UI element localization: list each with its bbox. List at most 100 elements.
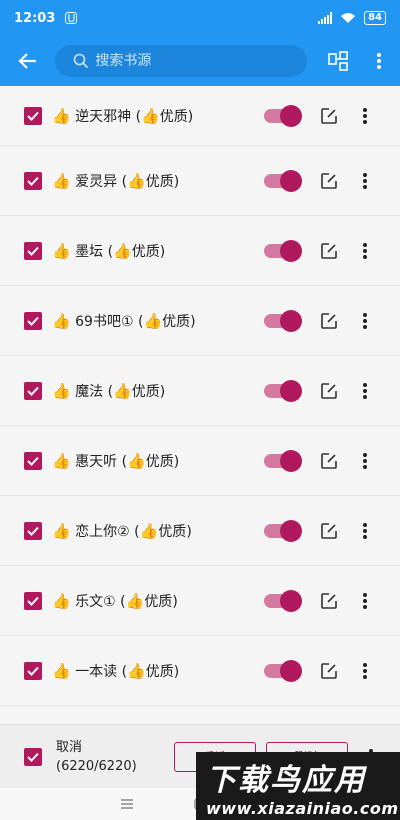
more-vert-icon <box>363 312 367 329</box>
source-more-button[interactable] <box>352 518 378 544</box>
more-menu-button[interactable] <box>358 36 400 86</box>
thumbs-up-icon: 👍 <box>127 661 146 680</box>
source-name: 乐文① <box>75 593 116 610</box>
source-name: 爱灵异 <box>75 173 118 190</box>
status-bar: 12:03 U 84 <box>0 0 400 36</box>
edit-source-button[interactable] <box>316 308 342 334</box>
source-checkbox[interactable] <box>24 171 42 190</box>
source-row[interactable]: 👍 墨坛 (👍优质) <box>0 216 400 286</box>
source-row[interactable]: 👍 69书吧① (👍优质) <box>0 286 400 356</box>
source-row[interactable]: 👍 惠天听 (👍优质) <box>0 426 400 496</box>
more-vert-icon <box>363 382 367 399</box>
search-input[interactable] <box>95 53 296 69</box>
thumbs-up-icon: 👍 <box>125 591 145 610</box>
thumbs-up-icon: 👍 <box>52 661 71 680</box>
source-more-button[interactable] <box>352 658 378 684</box>
source-checkbox[interactable] <box>24 106 42 125</box>
source-checkbox[interactable] <box>24 591 42 610</box>
thumbs-up-icon: 👍 <box>127 451 146 470</box>
source-name: 惠天听 <box>75 453 118 470</box>
source-row[interactable]: 👍 乐文① (👍优质) <box>0 566 400 636</box>
source-checkbox[interactable] <box>24 311 42 330</box>
source-title: 👍 墨坛 (👍优质) <box>52 241 264 261</box>
thumbs-up-icon: 👍 <box>139 521 159 540</box>
source-checkbox[interactable] <box>24 451 42 470</box>
source-enable-toggle[interactable] <box>264 659 302 682</box>
source-enable-toggle[interactable] <box>264 309 302 332</box>
source-tag: 优质 <box>158 523 187 540</box>
more-vert-icon <box>363 522 367 539</box>
source-name: 逆天邪神 <box>75 108 132 125</box>
source-more-button[interactable] <box>352 238 378 264</box>
edit-source-button[interactable] <box>316 588 342 614</box>
source-name: 魔法 <box>75 383 104 400</box>
select-all-checkbox[interactable] <box>24 747 42 766</box>
edit-source-button[interactable] <box>316 378 342 404</box>
edit-source-button[interactable] <box>316 658 342 684</box>
source-tag-close: ) <box>159 383 166 400</box>
source-row[interactable]: 👍 爱灵异 (👍优质) <box>0 146 400 216</box>
edit-icon <box>321 107 337 124</box>
source-tag: 优质 <box>159 108 188 125</box>
source-enable-toggle[interactable] <box>264 104 302 127</box>
source-title: 👍 逆天邪神 (👍优质) <box>52 106 264 126</box>
thumbs-up-icon: 👍 <box>127 171 146 190</box>
wifi-icon <box>341 13 356 23</box>
edit-source-button[interactable] <box>316 103 342 129</box>
source-enable-toggle[interactable] <box>264 519 302 542</box>
source-title: 👍 惠天听 (👍优质) <box>52 451 264 471</box>
edit-icon <box>321 662 337 679</box>
source-more-button[interactable] <box>352 448 378 474</box>
edit-source-button[interactable] <box>316 168 342 194</box>
source-list: 👍 逆天邪神 (👍优质) 👍 爱灵异 (👍优质) 👍 墨坛 (👍优质) 👍 69… <box>0 86 400 706</box>
edit-source-button[interactable] <box>316 518 342 544</box>
source-tag-close: ) <box>159 243 166 260</box>
checkmark-icon <box>27 526 39 536</box>
more-vert-icon <box>363 242 367 259</box>
source-tag: 优质 <box>144 593 173 610</box>
source-enable-toggle[interactable] <box>264 239 302 262</box>
more-vert-icon <box>363 452 367 469</box>
edit-icon <box>321 452 337 469</box>
source-row[interactable]: 👍 逆天邪神 (👍优质) <box>0 86 400 146</box>
source-checkbox[interactable] <box>24 661 42 680</box>
source-row[interactable]: 👍 魔法 (👍优质) <box>0 356 400 426</box>
cancel-label[interactable]: 取消 <box>56 738 166 757</box>
source-row[interactable]: 👍 恋上你② (👍优质) <box>0 496 400 566</box>
thumbs-up-icon: 👍 <box>141 106 160 125</box>
source-name: 一本读 <box>75 663 118 680</box>
source-checkbox[interactable] <box>24 521 42 540</box>
back-button[interactable] <box>0 36 55 86</box>
source-checkbox[interactable] <box>24 241 42 260</box>
search-box[interactable] <box>55 45 307 77</box>
edit-source-button[interactable] <box>316 238 342 264</box>
source-enable-toggle[interactable] <box>264 589 302 612</box>
source-enable-toggle[interactable] <box>264 379 302 402</box>
source-checkbox[interactable] <box>24 381 42 400</box>
source-title: 👍 爱灵异 (👍优质) <box>52 171 264 191</box>
edit-icon <box>321 592 337 609</box>
thumbs-up-icon: 👍 <box>52 171 71 190</box>
edit-source-button[interactable] <box>316 448 342 474</box>
source-more-button[interactable] <box>352 103 378 129</box>
thumbs-up-icon: 👍 <box>52 106 71 125</box>
menu-nav-icon[interactable] <box>120 798 134 810</box>
checkmark-icon <box>27 111 39 121</box>
search-icon <box>74 53 89 69</box>
back-arrow-icon <box>18 53 36 69</box>
source-tag-close: ) <box>186 523 192 540</box>
more-vert-icon <box>377 53 382 69</box>
source-tag-close: ) <box>190 313 196 330</box>
source-title: 👍 69书吧① (👍优质) <box>52 311 264 331</box>
source-tag: 优质 <box>131 383 160 400</box>
source-more-button[interactable] <box>352 588 378 614</box>
source-more-button[interactable] <box>352 378 378 404</box>
source-enable-toggle[interactable] <box>264 169 302 192</box>
more-vert-icon <box>363 107 367 124</box>
source-enable-toggle[interactable] <box>264 449 302 472</box>
qr-scan-button[interactable] <box>317 36 359 86</box>
source-more-button[interactable] <box>352 168 378 194</box>
notification-shield-icon: U <box>65 11 78 25</box>
source-more-button[interactable] <box>352 308 378 334</box>
source-row[interactable]: 👍 一本读 (👍优质) <box>0 636 400 706</box>
